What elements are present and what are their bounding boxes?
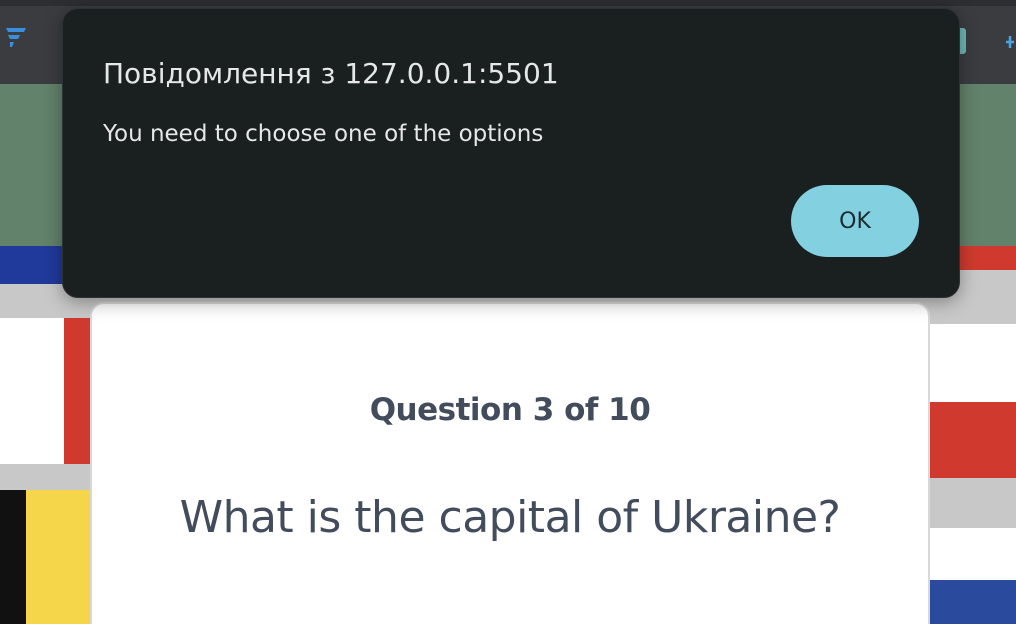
flag-yellow	[26, 490, 92, 624]
ok-button[interactable]: OK	[791, 185, 919, 257]
extension-logo-icon[interactable]	[4, 26, 28, 48]
flag-right-white	[928, 324, 1016, 402]
question-counter: Question 3 of 10	[369, 392, 651, 428]
flag-red-stripe	[64, 318, 92, 464]
flag-right-red	[928, 402, 1016, 478]
flag-right-blue	[928, 580, 1016, 624]
alert-message: You need to choose one of the options	[103, 121, 544, 147]
alert-title: Повідомлення з 127.0.0.1:5501	[103, 57, 559, 90]
flag-white-red	[0, 318, 64, 464]
flag-right-white-2	[928, 528, 1016, 580]
alert-dialog: Повідомлення з 127.0.0.1:5501 You need t…	[62, 8, 960, 298]
flag-stripe-blue	[0, 246, 64, 284]
toolbar-icon[interactable]	[1004, 34, 1016, 50]
quiz-card: Question 3 of 10 What is the capital of …	[92, 304, 928, 624]
flag-gap	[0, 464, 92, 490]
browser-viewport: Question 3 of 10 What is the capital of …	[0, 0, 1016, 624]
toolbar-top-edge	[0, 0, 1016, 6]
flag-right-grey-2	[928, 478, 1016, 528]
question-text: What is the capital of Ukraine?	[179, 492, 841, 543]
flag-black	[0, 490, 26, 624]
